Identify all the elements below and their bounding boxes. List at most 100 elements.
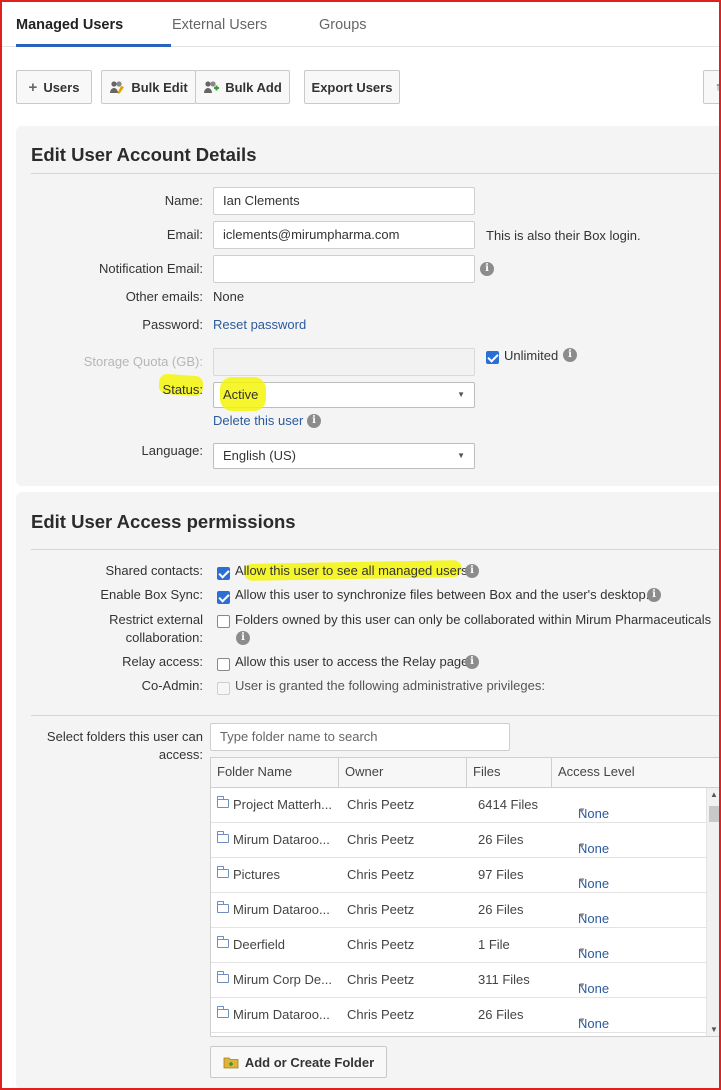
column-files[interactable]: Files xyxy=(467,758,552,788)
table-row[interactable]: Mirum Dataroo... Chris Peetz 26 Files No… xyxy=(211,823,707,858)
table-row[interactable]: Project Matterh... Chris Peetz 6414 File… xyxy=(211,788,707,823)
table-scrollbar[interactable]: ▲ ▼ xyxy=(706,788,720,1036)
folder-name: Mirum Dataroo... xyxy=(233,1007,330,1022)
language-select[interactable]: English (US) ▼ xyxy=(213,443,475,469)
add-users-button[interactable]: + Users xyxy=(16,70,92,104)
status-select[interactable]: Active ▼ xyxy=(213,377,475,411)
add-create-folder-button[interactable]: Add or Create Folder xyxy=(210,1046,387,1078)
co-admin-label: Co-Admin: xyxy=(141,678,203,693)
email-field[interactable]: iclements@mirumpharma.com xyxy=(213,221,475,249)
name-field[interactable]: Ian Clements xyxy=(213,187,475,215)
caret-down-icon: ▼ xyxy=(578,981,586,990)
info-icon[interactable]: i xyxy=(563,348,577,362)
folder-owner: Chris Peetz xyxy=(347,937,415,952)
account-details-panel: Edit User Account Details xyxy=(16,126,721,486)
folder-files: 97 Files xyxy=(478,867,524,882)
unlimited-label: Unlimited xyxy=(504,348,559,363)
column-access-level[interactable]: Access Level xyxy=(552,758,721,788)
add-create-folder-label: Add or Create Folder xyxy=(244,1054,375,1070)
co-admin-text: User is granted the following administra… xyxy=(235,678,545,693)
info-icon[interactable]: i xyxy=(465,655,479,669)
folder-files: 311 Files xyxy=(478,972,530,987)
shared-contacts-checkbox[interactable] xyxy=(217,567,230,580)
info-icon[interactable]: i xyxy=(307,414,321,428)
folder-name: Pictures xyxy=(233,867,280,882)
shared-contacts-text: Allow this user to see all managed users xyxy=(235,563,468,578)
tab-groups[interactable]: Groups xyxy=(319,17,367,33)
caret-down-icon: ▼ xyxy=(578,876,586,885)
folder-files: 6414 Files xyxy=(478,797,538,812)
info-icon[interactable]: i xyxy=(465,564,479,578)
folder-icon xyxy=(217,971,229,983)
box-sync-label: Enable Box Sync: xyxy=(100,587,203,602)
folder-owner: Chris Peetz xyxy=(347,832,415,847)
relay-access-checkbox[interactable] xyxy=(217,658,230,671)
info-icon[interactable]: i xyxy=(480,262,494,276)
caret-down-icon: ▼ xyxy=(578,946,586,955)
folder-search-input[interactable]: Type folder name to search xyxy=(210,723,510,751)
column-owner[interactable]: Owner xyxy=(339,758,467,788)
bulk-edit-button[interactable]: Bulk Edit xyxy=(101,70,196,104)
table-row[interactable]: Pictures Chris Peetz 97 Files None ▼ xyxy=(211,858,707,893)
folder-name: Mirum Corp De... xyxy=(233,972,332,987)
folder-name: Deerfield xyxy=(233,937,286,952)
restrict-collab-label-line2: collaboration: xyxy=(125,630,203,645)
chevron-down-icon: ▼ xyxy=(457,451,465,460)
table-row[interactable]: Mirum Dataroo... Chris Peetz 26 Files No… xyxy=(211,893,707,928)
password-label: Password: xyxy=(142,317,203,332)
bulk-edit-label: Bulk Edit xyxy=(131,79,188,95)
restrict-collab-text: Folders owned by this user can only be c… xyxy=(235,612,712,627)
status-value: Active xyxy=(223,387,259,402)
table-row[interactable]: Mirum Dataroo... Chris Peetz 26 Files No… xyxy=(211,998,707,1033)
bulk-add-icon xyxy=(204,81,220,93)
bulk-add-label: Bulk Add xyxy=(225,79,282,95)
unlimited-checkbox[interactable] xyxy=(486,351,499,364)
export-users-button[interactable]: Export Users xyxy=(304,70,400,104)
email-hint: This is also their Box login. xyxy=(486,228,641,243)
column-folder-name[interactable]: Folder Name xyxy=(211,758,339,788)
delete-user-link[interactable]: Delete this user xyxy=(213,413,303,428)
scrollbar-thumb[interactable] xyxy=(709,806,719,822)
storage-quota-label: Storage Quota (GB): xyxy=(83,354,203,369)
scroll-down-icon[interactable]: ▼ xyxy=(710,1025,718,1034)
restrict-collab-label-line1: Restrict external xyxy=(109,612,203,627)
table-row[interactable]: Deerfield Chris Peetz 1 File None ▼ xyxy=(211,928,707,963)
restrict-collab-checkbox[interactable] xyxy=(217,615,230,628)
active-tab-indicator xyxy=(16,44,171,47)
folder-files: 1 File xyxy=(478,937,510,952)
folder-files: 26 Files xyxy=(478,1007,524,1022)
folder-name: Mirum Dataroo... xyxy=(233,832,330,847)
add-users-label: Users xyxy=(43,79,80,95)
reset-password-link[interactable]: Reset password xyxy=(213,317,306,332)
overflow-button[interactable]: ↑ xyxy=(703,70,721,104)
co-admin-checkbox[interactable] xyxy=(217,682,230,695)
language-label: Language: xyxy=(141,443,203,458)
bulk-add-button[interactable]: Bulk Add xyxy=(195,70,290,104)
info-icon[interactable]: i xyxy=(647,588,661,602)
scroll-up-icon[interactable]: ▲ xyxy=(710,790,718,799)
relay-access-label: Relay access: xyxy=(122,654,203,669)
folder-name: Project Matterh... xyxy=(233,797,332,812)
info-icon[interactable]: i xyxy=(236,631,250,645)
divider xyxy=(31,715,721,716)
folder-table-header: Folder Name Owner Files Access Level xyxy=(211,758,721,788)
tab-bar: Managed Users External Users Groups xyxy=(0,0,721,47)
folder-owner: Chris Peetz xyxy=(347,902,415,917)
folder-files: 26 Files xyxy=(478,832,524,847)
notification-email-field[interactable] xyxy=(213,255,475,283)
table-row[interactable]: Mirum Corp De... Chris Peetz 311 Files N… xyxy=(211,963,707,998)
language-value: English (US) xyxy=(223,448,296,463)
caret-down-icon: ▼ xyxy=(578,911,586,920)
tab-managed-users[interactable]: Managed Users xyxy=(16,17,123,33)
storage-quota-field[interactable] xyxy=(213,348,475,376)
divider xyxy=(31,549,721,550)
caret-down-icon: ▼ xyxy=(578,806,586,815)
caret-down-icon: ▼ xyxy=(578,1016,586,1025)
notification-email-label: Notification Email: xyxy=(98,261,203,276)
folder-files: 26 Files xyxy=(478,902,524,917)
box-sync-checkbox[interactable] xyxy=(217,591,230,604)
tab-external-users[interactable]: External Users xyxy=(172,17,267,33)
folder-table: Folder Name Owner Files Access Level Pro… xyxy=(210,757,721,1037)
folder-owner: Chris Peetz xyxy=(347,867,415,882)
folder-add-icon xyxy=(223,1057,239,1068)
